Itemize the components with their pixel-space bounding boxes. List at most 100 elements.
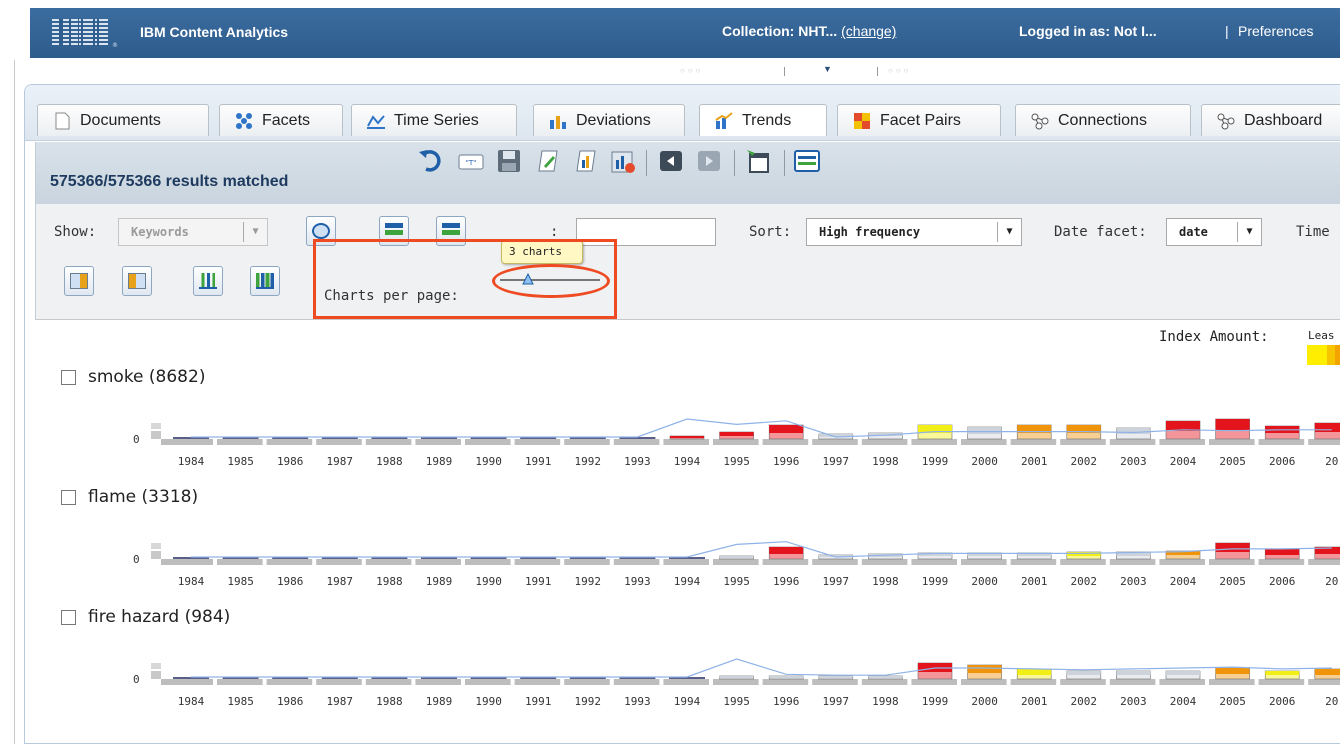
splitter-handle[interactable]: ▼: [784, 64, 878, 76]
previous-page-icon[interactable]: [656, 146, 686, 176]
term-label: fire hazard (984): [88, 607, 231, 627]
bar: [768, 424, 804, 440]
term-checkbox[interactable]: [61, 489, 76, 505]
x-tick-label: 1995: [723, 455, 750, 468]
tab-time-series[interactable]: Time Series: [351, 104, 517, 136]
x-tick-label: 1991: [525, 695, 552, 708]
baseline-gap: [709, 559, 713, 565]
x-tick-label: 1990: [475, 575, 502, 588]
bar-top: [719, 556, 754, 558]
layout-options-icon[interactable]: [792, 146, 822, 176]
baseline-gap: [1254, 559, 1259, 565]
baseline-gap: [808, 679, 813, 685]
baseline-gap: [312, 439, 317, 445]
chart-baseline: [161, 679, 1340, 685]
tab-facets[interactable]: Facets: [219, 104, 343, 136]
tab-dashboard[interactable]: Dashboard: [1201, 104, 1340, 136]
x-tick-label: 2002: [1071, 575, 1098, 588]
x-tick-label: 1987: [327, 695, 354, 708]
index-amount-legend: [1307, 345, 1340, 365]
x-tick-label: 1998: [872, 695, 899, 708]
x-tick-label: 2001: [1021, 455, 1048, 468]
baseline-gap: [213, 559, 217, 565]
bar-top: [967, 427, 1002, 434]
undo-icon[interactable]: [416, 146, 446, 176]
x-tick-label: 20: [1325, 695, 1338, 708]
export-chart-icon[interactable]: [608, 146, 638, 176]
x-tick-label: 20: [1325, 575, 1338, 588]
bar-top: [818, 676, 853, 678]
edit-report-icon[interactable]: [532, 146, 562, 176]
baseline-gap: [857, 679, 862, 685]
x-tick-label: 1999: [922, 575, 949, 588]
results-toolbar: 575366/575366 results matched "T": [35, 142, 1340, 204]
bar-chart-large-button[interactable]: [250, 266, 280, 296]
baseline-gap: [1155, 679, 1160, 685]
x-tick-label: 2004: [1170, 695, 1197, 708]
x-tick-label: 1985: [227, 695, 254, 708]
bar-top: [719, 432, 754, 436]
bar-top: [868, 676, 903, 678]
next-page-icon[interactable]: [694, 146, 724, 176]
show-select[interactable]: Keywords ▼: [118, 218, 268, 246]
magnifier-icon: [312, 223, 330, 239]
scale-block: [151, 543, 161, 549]
new-window-icon[interactable]: [744, 146, 774, 176]
baseline-gap: [262, 679, 267, 685]
baseline-gap: [857, 439, 862, 445]
baseline-gap: [609, 559, 614, 565]
tab-documents[interactable]: Documents: [37, 104, 209, 136]
svg-text:"T": "T": [466, 159, 477, 167]
tab-connections[interactable]: Connections: [1015, 104, 1191, 136]
x-tick-label: 2006: [1269, 695, 1296, 708]
baseline-gap: [1105, 679, 1110, 685]
pane-splitter[interactable]: ○○○ ▼ ○○○: [30, 60, 1340, 82]
term-checkbox[interactable]: [61, 369, 76, 385]
bar-top: [967, 665, 1002, 673]
x-tick-label: 1996: [773, 455, 800, 468]
chevron-down-icon: ▼: [1237, 222, 1261, 242]
chart-baseline: [161, 439, 1340, 445]
bar: [1264, 548, 1300, 560]
export-right-button[interactable]: [122, 266, 152, 296]
query-syntax-icon[interactable]: "T": [456, 146, 486, 176]
chevron-down-icon: ▼: [823, 64, 832, 74]
baseline-gap: [659, 679, 664, 685]
x-tick-label: 1997: [823, 575, 850, 588]
x-tick-label: 1993: [624, 455, 651, 468]
tab-label: Connections: [1058, 111, 1147, 129]
tab-deviations[interactable]: Deviations: [533, 104, 685, 136]
date-facet-select[interactable]: date ▼: [1166, 218, 1262, 246]
sort-select[interactable]: High frequency ▼: [806, 218, 1022, 246]
baseline-gap: [1205, 439, 1209, 445]
bar-chart-small-button[interactable]: [193, 266, 223, 296]
export-left-button[interactable]: [64, 266, 94, 296]
x-tick-label: 1993: [624, 575, 651, 588]
tab-trends[interactable]: Trends: [699, 104, 827, 136]
chart-report-icon[interactable]: [570, 146, 600, 176]
term-checkbox[interactable]: [61, 609, 76, 625]
baseline-gap: [659, 439, 664, 445]
save-icon[interactable]: [494, 146, 524, 176]
baseline-gap: [461, 559, 465, 565]
bar-top: [769, 547, 804, 554]
import-icon: [128, 273, 146, 289]
x-tick-label: 1989: [426, 575, 453, 588]
bar: [1314, 422, 1340, 440]
main-panel: Documents Facets Time Series Deviations …: [24, 84, 1340, 744]
chevron-down-icon: ▼: [997, 222, 1021, 242]
scale-block: [151, 663, 161, 669]
bar: [1116, 427, 1151, 440]
change-collection-link[interactable]: (change): [841, 23, 896, 39]
x-tick-label: 2005: [1219, 575, 1246, 588]
date-facet-label: Date facet:: [1054, 224, 1147, 240]
legend-least-label: Leas: [1308, 329, 1335, 342]
deviations-icon: [550, 115, 566, 129]
tab-facet-pairs[interactable]: Facet Pairs: [837, 104, 1001, 136]
preferences-link[interactable]: Preferences: [1238, 23, 1313, 39]
bar: [1215, 667, 1250, 680]
baseline-gap: [560, 559, 565, 565]
baseline-gap: [461, 679, 465, 685]
baseline-gap: [1006, 439, 1011, 445]
chevron-down-icon: ▼: [243, 222, 267, 242]
